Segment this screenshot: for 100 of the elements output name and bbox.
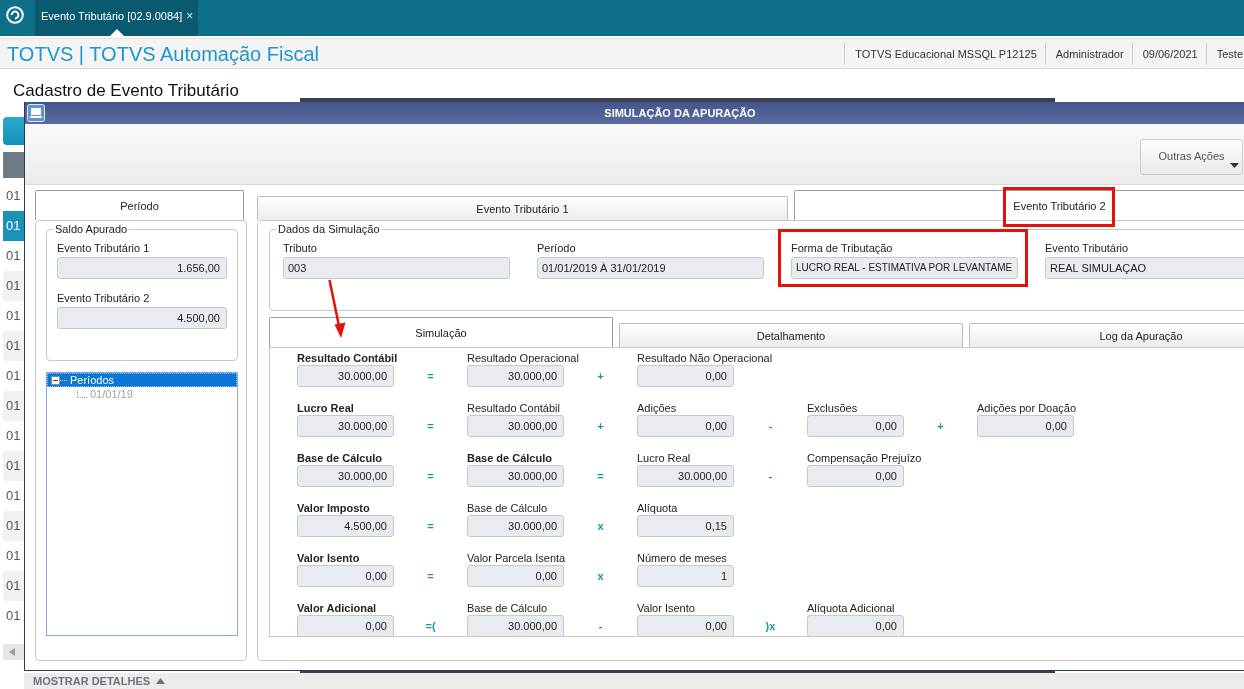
math-operator: +: [937, 419, 944, 434]
math-operator: -: [768, 469, 773, 484]
math-operator: =: [427, 419, 434, 434]
input-field[interactable]: 0,00: [807, 415, 904, 437]
table-cell[interactable]: 01: [3, 601, 24, 631]
tree-item[interactable]: Períodos: [47, 373, 237, 387]
more-actions-button[interactable]: Outras Ações: [1140, 139, 1243, 175]
panel-tab[interactable]: Detalhamento: [619, 323, 963, 347]
field-label: Base de Cálculo: [297, 451, 382, 465]
panel-tab[interactable]: Simulação: [269, 317, 613, 347]
field-label: Alíquota Adicional: [807, 601, 895, 615]
table-cell[interactable]: 01: [3, 271, 24, 301]
input-field[interactable]: 0,00: [977, 415, 1074, 437]
input-field[interactable]: 0,00: [637, 415, 734, 437]
field-label: Valor Imposto: [297, 501, 370, 515]
input-field[interactable]: 4.500,00: [57, 307, 227, 329]
table-cell[interactable]: 01: [3, 361, 24, 391]
field-label: Valor Parcela Isenta: [467, 551, 566, 565]
input-field[interactable]: 30.000,00: [637, 465, 734, 487]
field-label: Resultado Contábil: [467, 401, 560, 415]
field-label: Base de Cálculo: [467, 501, 548, 515]
math-operator: +: [597, 369, 604, 384]
input-field[interactable]: 0,00: [297, 615, 394, 636]
math-operator: x: [597, 519, 604, 534]
field-label: Valor Isento: [297, 551, 360, 565]
header-info: Teste: [1205, 42, 1244, 65]
page-title: Cadastro de Evento Tributário: [12, 80, 239, 102]
table-cell[interactable]: 01: [3, 571, 24, 601]
input-field[interactable]: 4.500,00: [297, 515, 394, 537]
table-cell[interactable]: 01: [3, 241, 24, 271]
header-info: Administrador: [1044, 42, 1132, 65]
collapse-icon[interactable]: [51, 375, 67, 385]
input-field[interactable]: LUCRO REAL - ESTIMATIVA POR LEVANTAME: [791, 257, 1018, 279]
field-label: Forma de Tributação: [791, 241, 893, 255]
table-cell[interactable]: 01: [3, 331, 24, 361]
table-cell[interactable]: 01: [3, 301, 24, 331]
input-field[interactable]: 30.000,00: [467, 615, 564, 636]
show-details-button[interactable]: MOSTRAR DETALHES: [33, 675, 166, 687]
input-field[interactable]: 30.000,00: [297, 415, 394, 437]
caret-down-icon: [1230, 163, 1239, 168]
tree-connector-icon: [77, 390, 87, 398]
input-field[interactable]: 30.000,00: [467, 515, 564, 537]
header-info: 09/06/2021: [1131, 42, 1206, 65]
math-operator: =: [427, 519, 434, 534]
input-field[interactable]: REAL SIMULAÇAO: [1045, 257, 1244, 279]
table-cell[interactable]: 01: [3, 451, 24, 481]
input-field[interactable]: 0,00: [807, 615, 904, 636]
math-operator: =: [597, 469, 604, 484]
input-field[interactable]: 0,00: [637, 615, 734, 636]
input-field[interactable]: 0,00: [297, 565, 394, 587]
close-button[interactable]: ×: [186, 9, 194, 23]
table-cell[interactable]: 01: [3, 391, 24, 421]
input-field[interactable]: 30.000,00: [467, 415, 564, 437]
math-operator: =: [427, 469, 434, 484]
input-field[interactable]: 30.000,00: [297, 465, 394, 487]
field-label: Resultado Não Operacional: [637, 351, 773, 365]
math-operator: -: [768, 419, 773, 434]
table-cell[interactable]: 01: [3, 211, 24, 241]
math-operator: +: [597, 419, 604, 434]
input-field[interactable]: 01/01/2019 À 31/01/2019: [537, 257, 764, 279]
field-label: Compensação Prejuízo: [807, 451, 922, 465]
dialog-title: SIMULAÇÃO DA APURAÇÃO: [604, 107, 756, 119]
input-field[interactable]: 30.000,00: [297, 365, 394, 387]
math-operator: )x: [765, 619, 776, 634]
table-cell[interactable]: 01: [3, 541, 24, 571]
header-info: TOTVS Educacional MSSQL P12125: [844, 42, 1045, 65]
panel-tab[interactable]: Período: [35, 190, 244, 220]
input-field[interactable]: 1.656,00: [57, 257, 227, 279]
table-cell[interactable]: 01: [3, 181, 24, 211]
logo-icon[interactable]: [6, 6, 24, 24]
group-title: Dados da Simulação: [277, 223, 381, 236]
app-tab[interactable]: Evento Tributário [02.9.0084] ×: [35, 0, 199, 36]
caret-up-icon: [156, 678, 166, 684]
table-cell[interactable]: 01: [3, 421, 24, 451]
app-title: TOTVS | TOTVS Automação Fiscal: [6, 41, 319, 66]
input-field[interactable]: 30.000,00: [467, 465, 564, 487]
panel-tab[interactable]: Evento Tributário 1: [257, 196, 788, 220]
table-header: [3, 152, 24, 178]
input-field[interactable]: 30.000,00: [467, 365, 564, 387]
input-field[interactable]: 0,15: [637, 515, 734, 537]
field-label: Alíquota: [637, 501, 678, 515]
input-field[interactable]: 0,00: [467, 565, 564, 587]
math-operator: =: [427, 369, 434, 384]
field-label: Resultado Contábil: [297, 351, 398, 365]
input-field[interactable]: 1: [637, 565, 734, 587]
field-label: Evento Tributário: [1045, 241, 1129, 255]
field-label: Lucro Real: [637, 451, 691, 465]
table-cell[interactable]: 01: [3, 511, 24, 541]
annotation-arrow: [328, 279, 346, 338]
field-label: Resultado Operacional: [467, 351, 579, 365]
field-label: Número de meses: [637, 551, 727, 565]
window-icon: [27, 104, 45, 122]
input-field[interactable]: 0,00: [637, 365, 734, 387]
input-field[interactable]: 003: [283, 257, 510, 279]
panel-tab[interactable]: Log da Apuração: [969, 323, 1244, 347]
field-label: Evento Tributário 1: [57, 241, 150, 255]
table-cell[interactable]: 01: [3, 481, 24, 511]
input-field[interactable]: 0,00: [807, 465, 904, 487]
field-label: Adições por Doação: [977, 401, 1077, 415]
field-label: Base de Cálculo: [467, 601, 548, 615]
